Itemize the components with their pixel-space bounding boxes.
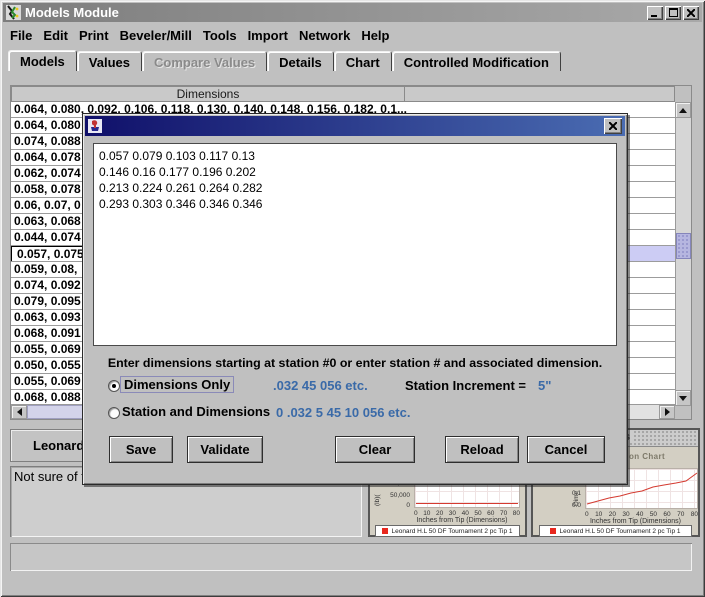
dialog-icon bbox=[88, 119, 102, 133]
dialog-titlebar[interactable] bbox=[85, 116, 625, 136]
window-title: Models Module bbox=[25, 5, 119, 20]
chart-series-line bbox=[416, 503, 518, 504]
down-arrow-icon bbox=[679, 396, 687, 401]
cancel-button[interactable]: Cancel bbox=[527, 436, 605, 463]
menu-beveler-mill[interactable]: Beveler/Mill bbox=[120, 26, 201, 45]
dialog-close-button[interactable] bbox=[604, 118, 622, 134]
up-arrow-icon bbox=[679, 108, 687, 113]
dimensions-entry-dialog: 0.057 0.079 0.103 0.117 0.13 0.146 0.16 … bbox=[82, 113, 628, 485]
chart-legend: Leonard H.L 50 DF Tournament 2 pc Tip 1 bbox=[375, 525, 520, 537]
left-arrow-icon bbox=[17, 408, 22, 416]
legend-swatch bbox=[550, 528, 556, 534]
y-tick: 0 bbox=[380, 502, 410, 509]
menu-help[interactable]: Help bbox=[361, 26, 398, 45]
x-axis-label: Inches from Tip (Dimensions) bbox=[400, 517, 524, 524]
menu-tools[interactable]: Tools bbox=[203, 26, 246, 45]
minimize-button[interactable] bbox=[647, 6, 663, 20]
menu-edit[interactable]: Edit bbox=[43, 26, 77, 45]
dimensions-only-radio[interactable] bbox=[108, 380, 120, 392]
scroll-down-button[interactable] bbox=[675, 390, 691, 406]
dimensions-only-hint: .032 45 056 etc. bbox=[273, 378, 368, 393]
scroll-right-button[interactable] bbox=[659, 405, 675, 419]
close-button[interactable] bbox=[683, 6, 699, 20]
chart-legend: Leonard H.L 50 DF Tournament 2 pc Tip 1 bbox=[539, 525, 692, 537]
tab-bar: Models Values Compare Values Details Cha… bbox=[8, 50, 697, 71]
y-axis-label: (lb)( bbox=[374, 494, 381, 506]
app-icon bbox=[6, 5, 21, 20]
vertical-scrollbar[interactable] bbox=[675, 102, 691, 406]
vertical-scroll-thumb[interactable] bbox=[676, 233, 691, 259]
tab-details[interactable]: Details bbox=[267, 51, 334, 71]
textarea-line: 0.293 0.303 0.346 0.346 0.346 bbox=[99, 196, 611, 212]
x-axis-label: Inches from Tip (Dimensions) bbox=[573, 518, 698, 525]
table-header-blank bbox=[405, 86, 675, 102]
dialog-instruction: Enter dimensions starting at station #0 … bbox=[83, 356, 627, 370]
legend-label: Leonard H.L 50 DF Tournament 2 pc Tip 1 bbox=[391, 528, 512, 535]
clear-button[interactable]: Clear bbox=[335, 436, 415, 463]
table-header-row: Dimensions bbox=[11, 86, 691, 102]
right-arrow-icon bbox=[665, 408, 670, 416]
textarea-line: 0.213 0.224 0.261 0.264 0.282 bbox=[99, 180, 611, 196]
x-ticks: 01020304050607080 bbox=[414, 510, 520, 517]
textarea-line: 0.057 0.079 0.103 0.117 0.13 bbox=[99, 148, 611, 164]
tab-compare-values: Compare Values bbox=[142, 51, 267, 71]
scroll-left-button[interactable] bbox=[11, 405, 27, 419]
save-button[interactable]: Save bbox=[109, 436, 173, 463]
chart-title: on Chart bbox=[629, 452, 665, 461]
station-increment-label: Station Increment = bbox=[405, 378, 526, 393]
dimensions-only-label[interactable]: Dimensions Only bbox=[120, 376, 234, 393]
reload-button[interactable]: Reload bbox=[445, 436, 519, 463]
y-tick: 50,000 bbox=[380, 492, 410, 499]
station-dimensions-hint: 0 .032 5 45 10 056 etc. bbox=[276, 405, 410, 420]
dimensions-textarea[interactable]: 0.057 0.079 0.103 0.117 0.13 0.146 0.16 … bbox=[93, 143, 617, 346]
tab-controlled-modification[interactable]: Controlled Modification bbox=[392, 51, 561, 71]
menu-network[interactable]: Network bbox=[299, 26, 359, 45]
window-controls bbox=[647, 6, 699, 20]
menu-bar: File Edit Print Beveler/Mill Tools Impor… bbox=[4, 24, 701, 46]
y-axis-label: Dime bbox=[573, 491, 580, 506]
legend-label: Leonard H.L 50 DF Tournament 2 pc Tip 1 bbox=[559, 528, 680, 535]
station-dimensions-label[interactable]: Station and Dimensions bbox=[122, 404, 270, 419]
status-panel bbox=[10, 543, 692, 571]
tab-values[interactable]: Values bbox=[77, 51, 142, 71]
validate-button[interactable]: Validate bbox=[187, 436, 263, 463]
menu-import[interactable]: Import bbox=[248, 26, 297, 45]
table-header-dimensions[interactable]: Dimensions bbox=[11, 86, 405, 102]
app-window: Models Module File Edit Print Beveler/Mi… bbox=[0, 0, 705, 597]
menu-print[interactable]: Print bbox=[79, 26, 118, 45]
legend-swatch bbox=[382, 528, 388, 534]
x-ticks: 01020304050607080 bbox=[585, 511, 698, 518]
textarea-line: 0.146 0.16 0.177 0.196 0.202 bbox=[99, 164, 611, 180]
window-titlebar[interactable]: Models Module bbox=[3, 3, 702, 22]
station-dimensions-radio[interactable] bbox=[108, 407, 120, 419]
scroll-up-button[interactable] bbox=[675, 102, 691, 118]
tab-chart[interactable]: Chart bbox=[334, 51, 392, 71]
station-increment-value: 5" bbox=[538, 378, 551, 393]
maximize-button[interactable] bbox=[665, 6, 681, 20]
tab-models[interactable]: Models bbox=[8, 50, 77, 71]
menu-file[interactable]: File bbox=[10, 26, 41, 45]
